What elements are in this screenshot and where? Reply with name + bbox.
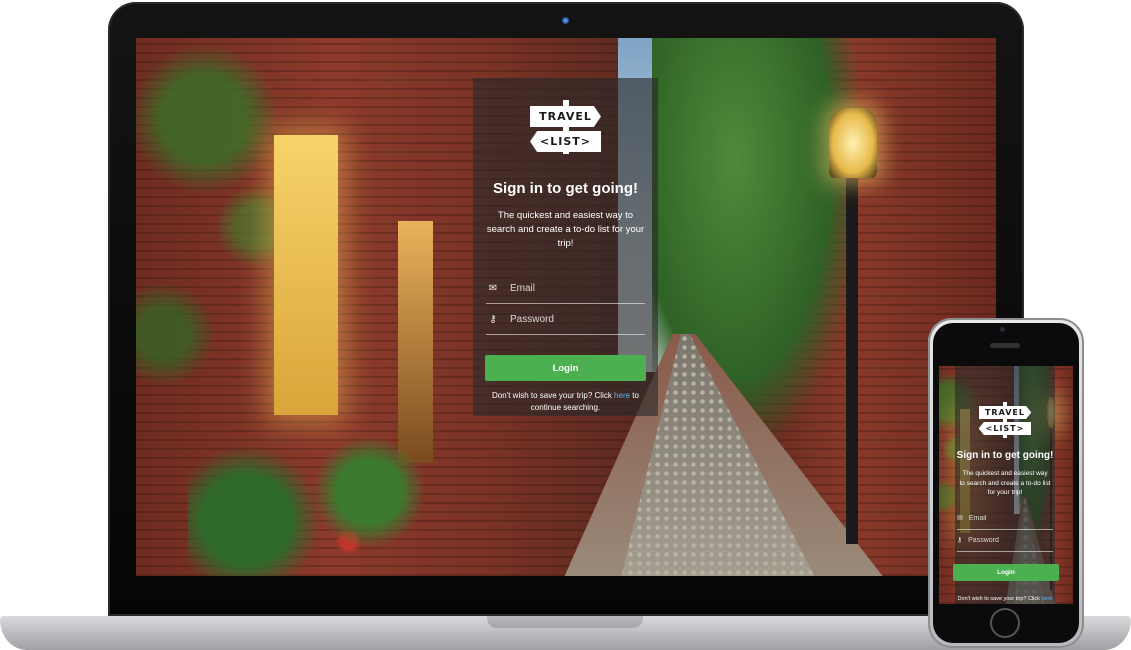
key-icon: ⚷ [957, 537, 963, 544]
password-field: ⚷ [957, 530, 1060, 552]
phone-speaker [990, 343, 1020, 348]
here-link[interactable]: here [1041, 596, 1052, 602]
laptop-notch [487, 616, 643, 628]
laptop-camera [562, 17, 569, 24]
password-input[interactable] [510, 313, 645, 325]
logo-line-1: TRAVEL [530, 106, 601, 127]
phone-camera [1000, 327, 1005, 332]
guest-note: Don't wish to save your trip? Click here… [492, 391, 639, 412]
envelope-icon: ✉ [957, 515, 963, 522]
phone-screen: TRAVEL <LIST> Sign in to get going! The … [939, 366, 1073, 604]
envelope-icon: ✉ [488, 282, 498, 294]
email-field: ✉ [957, 508, 1060, 530]
page-title: Sign in to get going! [956, 450, 1054, 461]
travel-list-logo: TRAVEL <LIST> [978, 402, 1032, 438]
page-title: Sign in to get going! [493, 180, 638, 197]
laptop-screen: TRAVEL <LIST> Sign in to get going! The … [136, 38, 996, 576]
password-input[interactable] [968, 536, 1060, 544]
guest-note: Don't wish to save your trip? Click here… [957, 595, 1053, 605]
login-panel: TRAVEL <LIST> Sign in to get going! The … [473, 78, 658, 416]
email-input[interactable] [510, 282, 645, 294]
logo-line-1: TRAVEL [978, 406, 1032, 419]
login-button[interactable]: Login [953, 563, 1059, 581]
login-button[interactable]: Login [485, 355, 646, 381]
phone-home-button [990, 608, 1020, 638]
page-subtitle: The quickest and easiest way to search a… [959, 470, 1051, 496]
logo-line-2: <LIST> [978, 422, 1032, 435]
email-input[interactable] [968, 514, 1060, 522]
login-panel: TRAVEL <LIST> Sign in to get going! The … [953, 366, 1060, 605]
key-icon: ⚷ [489, 313, 497, 325]
password-field: ⚷ [486, 304, 645, 335]
page-subtitle: The quickest and easiest way to search a… [486, 210, 645, 249]
logo-line-2: <LIST> [530, 131, 601, 152]
travel-list-logo: TRAVEL <LIST> [530, 100, 601, 154]
here-link[interactable]: here [614, 391, 630, 400]
email-field: ✉ [486, 273, 645, 304]
